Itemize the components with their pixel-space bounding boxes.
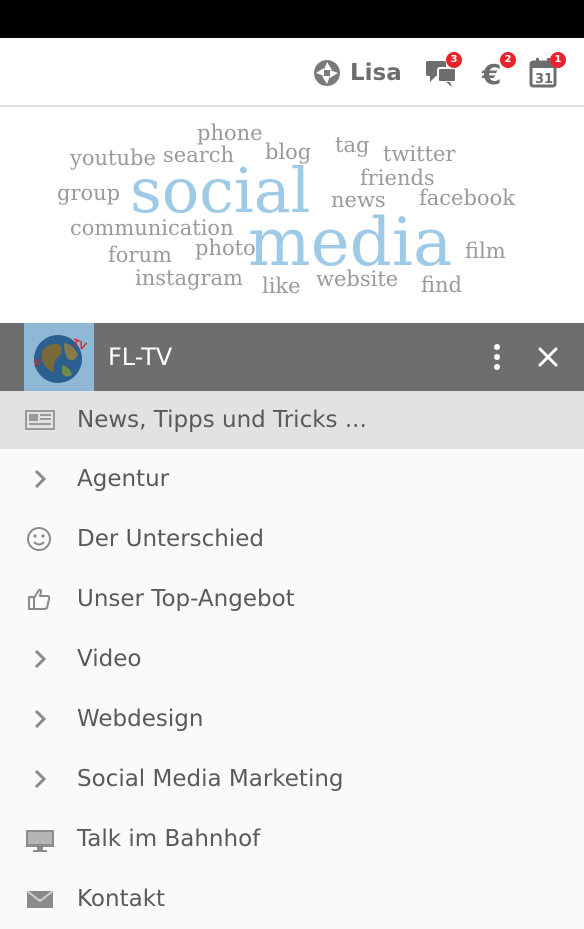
word: phone	[197, 121, 263, 145]
word: find	[421, 273, 462, 297]
menu-item-social-media-marketing[interactable]: Social Media Marketing	[0, 749, 584, 809]
word: tag	[335, 133, 369, 157]
user-logo-icon	[314, 60, 340, 86]
menu-item-label: Agentur	[77, 466, 170, 492]
calendar-day: 31	[535, 72, 553, 87]
globe-logo-icon: F TV	[34, 335, 88, 383]
word-cloud-graphic: phone youtube search blog tag twitter fr…	[57, 121, 515, 298]
word: twitter	[383, 142, 456, 166]
menu-item-label: Video	[77, 646, 142, 672]
menu-item-kontakt[interactable]: Kontakt	[0, 869, 584, 929]
menu-item-webdesign[interactable]: Webdesign	[0, 689, 584, 749]
menu-item-label: Social Media Marketing	[77, 766, 344, 792]
drawer-title: FL-TV	[108, 343, 173, 371]
navigation-menu: News, Tipps und Tricks ... Agentur Der U…	[0, 391, 584, 929]
status-bar	[0, 0, 584, 38]
svg-text:€: €	[481, 58, 501, 90]
monitor-icon	[26, 830, 54, 852]
payments-button[interactable]: € 2	[478, 52, 516, 91]
chevron-right-icon	[34, 469, 47, 489]
word: forum	[108, 243, 172, 267]
user-name: Lisa	[350, 60, 402, 86]
menu-item-label: News, Tipps und Tricks ...	[77, 407, 367, 433]
menu-item-der-unterschied[interactable]: Der Unterschied	[0, 509, 584, 569]
chevron-right-icon	[34, 769, 47, 789]
newspaper-icon	[25, 410, 55, 430]
messages-badge: 3	[446, 52, 462, 68]
word: website	[316, 267, 398, 291]
svg-text:F: F	[34, 358, 41, 370]
social-media-word-cloud: phone youtube search blog tag twitter fr…	[0, 107, 584, 323]
word: photo	[195, 236, 256, 260]
close-icon[interactable]	[532, 341, 564, 373]
menu-item-label: Talk im Bahnhof	[77, 826, 261, 852]
word: group	[57, 181, 120, 205]
user-account[interactable]: Lisa	[312, 58, 402, 88]
menu-item-video[interactable]: Video	[0, 629, 584, 689]
menu-item-agentur[interactable]: Agentur	[0, 449, 584, 509]
messages-button[interactable]: 3	[424, 52, 462, 90]
word: film	[465, 239, 506, 263]
menu-item-label: Webdesign	[77, 706, 204, 732]
drawer-header: F TV FL-TV	[0, 323, 584, 391]
thumbs-up-icon	[28, 588, 51, 610]
more-options-icon[interactable]	[484, 341, 510, 373]
chevron-right-icon	[34, 709, 47, 729]
smiley-icon	[27, 527, 51, 551]
euro-badge: 2	[500, 52, 516, 68]
word: instagram	[135, 266, 243, 290]
top-bar: Lisa 3 € 2 31 1	[0, 38, 584, 107]
menu-item-label: Der Unterschied	[77, 526, 265, 552]
site-logo[interactable]: F TV	[24, 323, 94, 391]
calendar-badge: 1	[550, 52, 566, 68]
envelope-icon	[26, 890, 54, 908]
menu-item-label: Kontakt	[77, 886, 166, 912]
menu-item-label: Unser Top-Angebot	[77, 586, 295, 612]
calendar-button[interactable]: 31 1	[528, 52, 566, 90]
word: like	[262, 274, 301, 298]
menu-item-top-angebot[interactable]: Unser Top-Angebot	[0, 569, 584, 629]
menu-item-talk-im-bahnhof[interactable]: Talk im Bahnhof	[0, 809, 584, 869]
chevron-right-icon	[34, 649, 47, 669]
menu-item-news[interactable]: News, Tipps und Tricks ...	[0, 391, 584, 449]
